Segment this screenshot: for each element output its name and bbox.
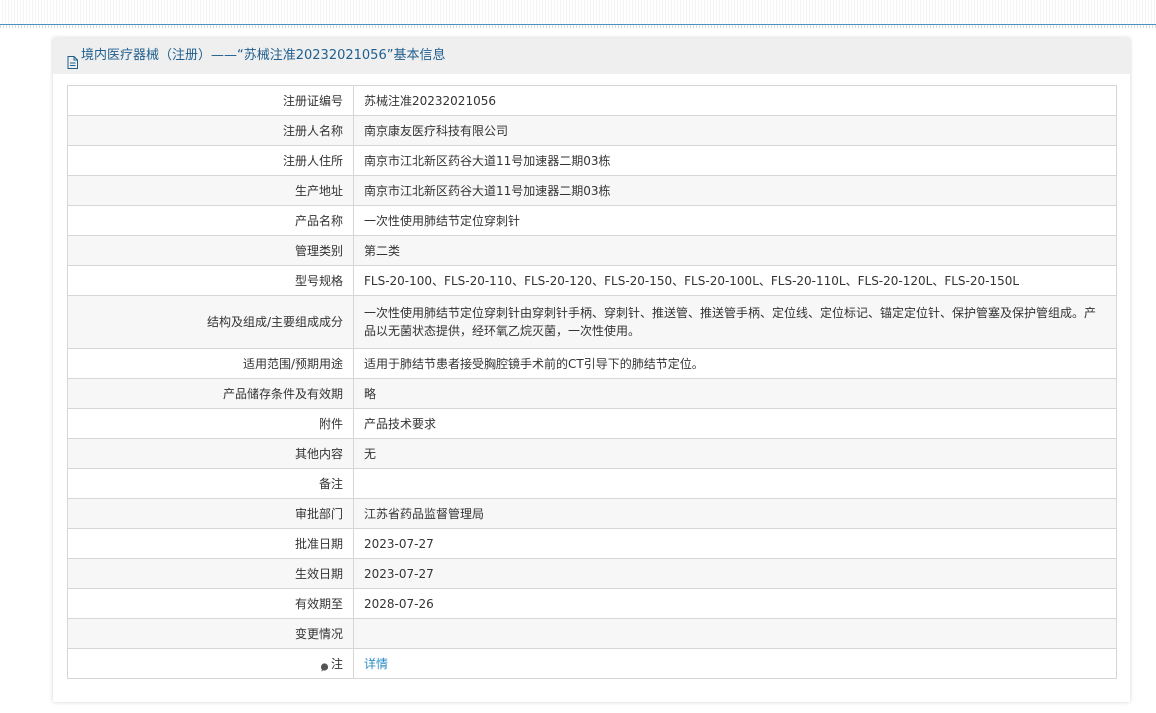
row-value: 第二类 — [353, 235, 1117, 266]
row-label: 结构及组成/主要组成成分 — [67, 295, 354, 349]
table-row: 生产地址 南京市江北新区药谷大道11号加速器二期03栋 — [67, 175, 1117, 206]
row-label: 产品储存条件及有效期 — [67, 378, 354, 409]
page-title: 境内医疗器械（注册）——“苏械注准20232021056”基本信息 — [81, 48, 446, 63]
table-row: 生效日期 2023-07-27 — [67, 558, 1117, 589]
table-row: 备注 — [67, 468, 1117, 499]
row-label: 备注 — [67, 468, 354, 499]
table-row: 变更情况 — [67, 618, 1117, 649]
row-value — [353, 618, 1117, 649]
pin-icon — [320, 659, 329, 671]
note-label: 注 — [67, 648, 354, 679]
row-label: 审批部门 — [67, 498, 354, 529]
row-value: 2023-07-27 — [353, 558, 1117, 589]
row-label: 附件 — [67, 408, 354, 439]
row-value: 适用于肺结节患者接受胸腔镜手术前的CT引导下的肺结节定位。 — [353, 348, 1117, 379]
row-value: 南京市江北新区药谷大道11号加速器二期03栋 — [353, 175, 1117, 206]
row-value: 产品技术要求 — [353, 408, 1117, 439]
row-value: 2028-07-26 — [353, 588, 1117, 619]
row-value: 无 — [353, 438, 1117, 469]
row-label: 适用范围/预期用途 — [67, 348, 354, 379]
table-row: 有效期至 2028-07-26 — [67, 588, 1117, 619]
table-row: 批准日期 2023-07-27 — [67, 528, 1117, 559]
row-label: 变更情况 — [67, 618, 354, 649]
row-label: 有效期至 — [67, 588, 354, 619]
panel-header: 境内医疗器械（注册）——“苏械注准20232021056”基本信息 — [53, 38, 1130, 74]
row-value: 一次性使用肺结节定位穿刺针由穿刺针手柄、穿刺针、推送管、推送管手柄、定位线、定位… — [353, 295, 1117, 349]
table-row: 适用范围/预期用途 适用于肺结节患者接受胸腔镜手术前的CT引导下的肺结节定位。 — [67, 348, 1117, 379]
table-row: 注册人名称 南京康友医疗科技有限公司 — [67, 115, 1117, 146]
table-row: 型号规格 FLS-20-100、FLS-20-110、FLS-20-120、FL… — [67, 265, 1117, 296]
row-label: 产品名称 — [67, 205, 354, 236]
row-label: 生产地址 — [67, 175, 354, 206]
row-label: 其他内容 — [67, 438, 354, 469]
info-table: 注册证编号 苏械注准20232021056 注册人名称 南京康友医疗科技有限公司… — [67, 85, 1117, 679]
row-value: 江苏省药品监督管理局 — [353, 498, 1117, 529]
table-row: 注册证编号 苏械注准20232021056 — [67, 85, 1117, 116]
row-label: 生效日期 — [67, 558, 354, 589]
row-label: 注册证编号 — [67, 85, 354, 116]
table-row: 产品储存条件及有效期 略 — [67, 378, 1117, 409]
row-value: 苏械注准20232021056 — [353, 85, 1117, 116]
row-label: 批准日期 — [67, 528, 354, 559]
row-value: 南京市江北新区药谷大道11号加速器二期03栋 — [353, 145, 1117, 176]
table-row: 产品名称 一次性使用肺结节定位穿刺针 — [67, 205, 1117, 236]
row-value: 南京康友医疗科技有限公司 — [353, 115, 1117, 146]
table-row-note: 注 详情 — [67, 648, 1117, 679]
row-value: 一次性使用肺结节定位穿刺针 — [353, 205, 1117, 236]
details-link[interactable]: 详情 — [364, 657, 388, 671]
table-row: 管理类别 第二类 — [67, 235, 1117, 266]
note-value: 详情 — [353, 648, 1117, 679]
row-label: 管理类别 — [67, 235, 354, 266]
row-label: 注册人住所 — [67, 145, 354, 176]
top-bar — [0, 0, 1156, 28]
row-label: 型号规格 — [67, 265, 354, 296]
table-row: 其他内容 无 — [67, 438, 1117, 469]
row-label: 注册人名称 — [67, 115, 354, 146]
table-row: 注册人住所 南京市江北新区药谷大道11号加速器二期03栋 — [67, 145, 1117, 176]
row-value: FLS-20-100、FLS-20-110、FLS-20-120、FLS-20-… — [353, 265, 1117, 296]
table-row: 审批部门 江苏省药品监督管理局 — [67, 498, 1117, 529]
row-value: 2023-07-27 — [353, 528, 1117, 559]
registration-info-panel: 境内医疗器械（注册）——“苏械注准20232021056”基本信息 注册证编号 … — [53, 38, 1130, 702]
table-row: 结构及组成/主要组成成分 一次性使用肺结节定位穿刺针由穿刺针手柄、穿刺针、推送管… — [67, 295, 1117, 349]
document-icon — [67, 48, 78, 69]
note-label-text: 注 — [330, 656, 343, 671]
row-value — [353, 468, 1117, 499]
row-value: 略 — [353, 378, 1117, 409]
table-row: 附件 产品技术要求 — [67, 408, 1117, 439]
